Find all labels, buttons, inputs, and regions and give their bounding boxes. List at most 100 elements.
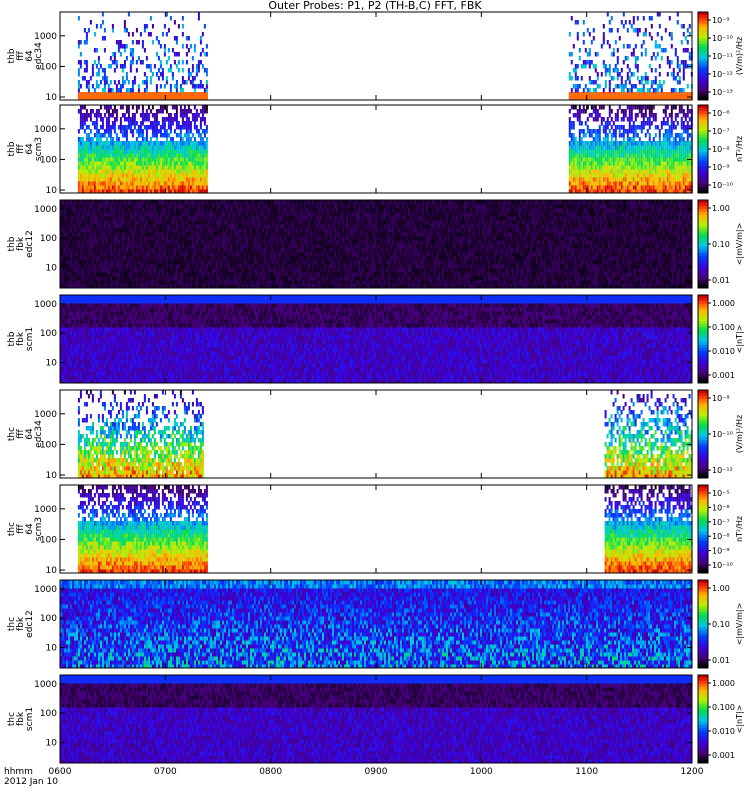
- spectrogram-cell: [182, 44, 184, 49]
- spectrogram-cell: [146, 92, 148, 97]
- spectrogram-cell: [168, 48, 170, 53]
- spectrogram-cell: [86, 80, 88, 85]
- spectrogram-cell: [146, 88, 148, 93]
- spectrogram-cell: [112, 24, 114, 29]
- spectrogram-cell: [118, 92, 120, 97]
- spectrogram-cell: [168, 56, 170, 61]
- spectrogram-cell: [162, 76, 164, 81]
- spectrogram-cell: [607, 40, 609, 45]
- spectrogram-cell: [160, 92, 162, 97]
- spectrogram-cell: [196, 84, 198, 89]
- spectrogram-cell: [78, 40, 80, 45]
- spectrogram-cell: [609, 68, 611, 73]
- spectrogram-cell: [595, 64, 597, 69]
- spectrogram-cell: [569, 92, 571, 97]
- spectrogram-cell: [186, 60, 188, 65]
- spectrogram-cell: [122, 44, 124, 49]
- spectrogram-cell: [575, 92, 577, 97]
- spectrogram-cell: [156, 88, 158, 93]
- spectrogram-cell: [158, 56, 160, 61]
- spectrogram-cell: [112, 52, 114, 57]
- spectrogram-cell: [140, 60, 142, 65]
- spectrogram-cell: [130, 48, 132, 53]
- spectrogram-cell: [98, 56, 100, 61]
- spectrogram-cell: [156, 52, 158, 57]
- spectrogram-cell: [198, 60, 200, 65]
- spectrogram-cell: [579, 92, 581, 97]
- spectrogram-cell: [198, 12, 200, 17]
- spectrogram-cell: [617, 72, 619, 77]
- spectrogram-cell: [196, 72, 198, 77]
- spectrogram-cell: [202, 64, 204, 69]
- spectrogram-cell: [617, 56, 619, 61]
- spectrogram-cell: [617, 76, 619, 81]
- spectrogram-cell: [134, 80, 136, 85]
- spectrogram-cell: [204, 88, 206, 93]
- spectrogram-cell: [601, 44, 603, 49]
- spectrogram-cell: [88, 84, 90, 89]
- spectrogram-cell: [158, 68, 160, 73]
- spectrogram-cell: [621, 84, 623, 89]
- spectrogram-cell: [178, 52, 180, 57]
- spectrogram-cell: [86, 92, 88, 97]
- spectrogram-cell: [140, 32, 142, 37]
- spectrogram-cell: [132, 80, 134, 85]
- spectrogram-cell: [206, 88, 208, 93]
- spectrogram-cell: [118, 44, 120, 49]
- spectrogram-cell: [206, 52, 208, 57]
- spectrogram-cell: [615, 68, 617, 73]
- spectrogram-cell: [78, 68, 80, 73]
- spectrogram-cell: [611, 92, 613, 97]
- spectrogram-cell: [172, 92, 174, 97]
- spectrogram-cell: [132, 92, 134, 97]
- spectrogram-cell: [613, 52, 615, 57]
- spectrogram-cell: [120, 40, 122, 45]
- spectrogram-cell: [176, 36, 178, 41]
- spectrogram-cell: [120, 92, 122, 97]
- spectrogram-cell: [98, 68, 100, 73]
- spectrogram-cell: [78, 72, 80, 77]
- spectrogram-cell: [114, 92, 116, 97]
- spectrogram-cell: [130, 88, 132, 93]
- spectrogram-cell: [98, 92, 100, 97]
- spectrogram-cell: [577, 64, 579, 69]
- spectrogram-cell: [603, 36, 605, 41]
- spectrogram-cell: [84, 68, 86, 73]
- spectrogram-cell: [200, 60, 202, 65]
- spectrogram-cell: [98, 84, 100, 89]
- spectrogram-cell: [591, 80, 593, 85]
- spectrogram-cell: [603, 24, 605, 29]
- spectrogram-cell: [150, 16, 152, 21]
- spectrogram-cell: [102, 76, 104, 81]
- spectrogram-cell: [591, 92, 593, 97]
- spectrogram-cell: [80, 60, 82, 65]
- spectrogram-cell: [124, 60, 126, 65]
- spectrogram-cell: [150, 76, 152, 81]
- spectrogram-cell: [617, 48, 619, 53]
- spectrogram-cell: [114, 80, 116, 85]
- spectrogram-cell: [144, 28, 146, 33]
- spectrogram-cell: [601, 92, 603, 97]
- spectrogram-cell: [114, 56, 116, 61]
- spectrogram-cell: [124, 20, 126, 25]
- spectrogram-cell: [182, 80, 184, 85]
- spectrogram-cell: [94, 92, 96, 97]
- spectrogram-cell: [146, 76, 148, 81]
- spectrogram-cell: [603, 40, 605, 45]
- spectrogram-cell: [138, 40, 140, 45]
- spectrogram-cell: [603, 88, 605, 93]
- spectrogram-cell: [587, 60, 589, 65]
- spectrogram-cell: [186, 52, 188, 57]
- spectrogram-cell: [120, 52, 122, 57]
- spectrogram-cell: [577, 92, 579, 97]
- spectrogram-cell: [597, 72, 599, 77]
- spectrogram-cell: [583, 20, 585, 25]
- spectrogram-cell: [615, 84, 617, 89]
- spectrogram-cell: [114, 68, 116, 73]
- spectrogram-cell: [597, 52, 599, 57]
- spectrogram-cell: [126, 28, 128, 33]
- spectrogram-cell: [190, 80, 192, 85]
- spectrogram-cell: [182, 16, 184, 21]
- spectrogram-cell: [589, 88, 591, 93]
- spectrogram-cell: [617, 84, 619, 89]
